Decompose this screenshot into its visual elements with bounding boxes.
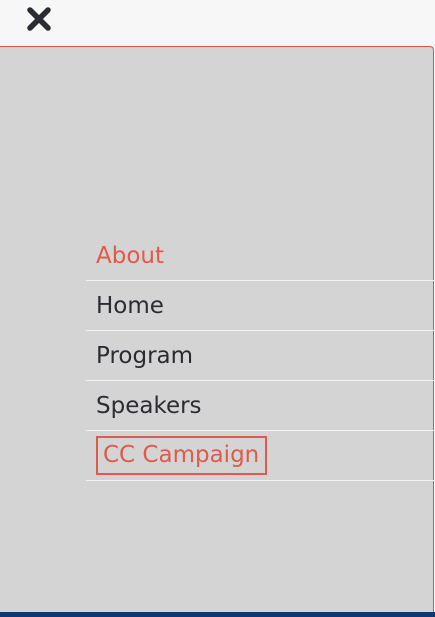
menu-item-cc-campaign[interactable]: CC Campaign [86,431,435,481]
menu-link-home[interactable]: Home [96,293,164,319]
bottom-bar [0,612,435,617]
top-bar [0,0,435,46]
close-icon [27,7,51,31]
menu-item-about[interactable]: About [86,231,435,281]
menu-link-speakers[interactable]: Speakers [96,393,202,419]
menu-item-home[interactable]: Home [86,281,435,331]
menu-item-speakers[interactable]: Speakers [86,381,435,431]
cc-campaign-button[interactable]: CC Campaign [96,436,268,475]
close-button[interactable] [24,4,54,34]
menu-link-about[interactable]: About [96,243,164,269]
navigation-menu: About Home Program Speakers CC Campaign [86,231,435,481]
menu-item-program[interactable]: Program [86,331,435,381]
menu-link-program[interactable]: Program [96,343,193,369]
